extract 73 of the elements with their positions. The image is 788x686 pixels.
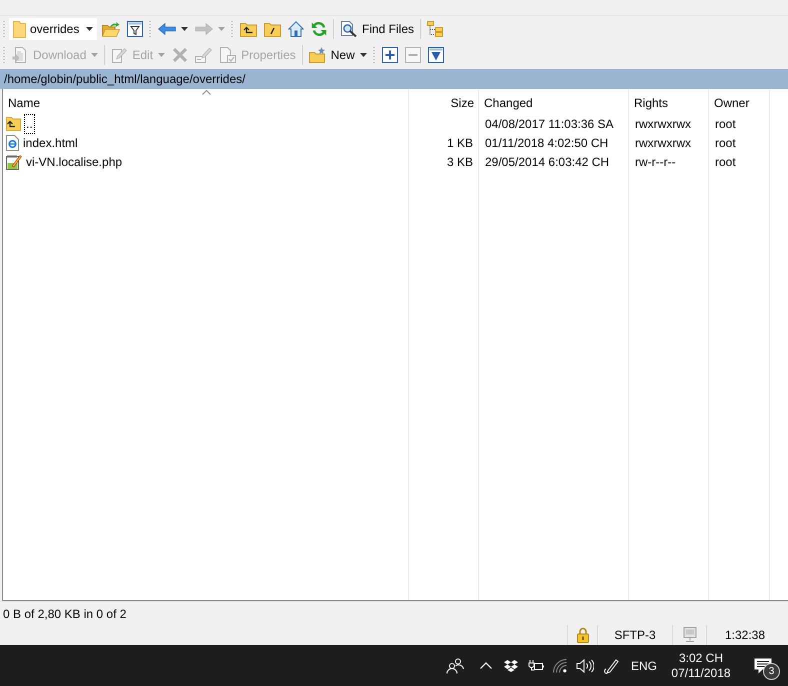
plus-box-icon	[382, 47, 398, 63]
folder-star-icon	[308, 47, 326, 63]
caret-icon	[218, 27, 225, 31]
permissions: rwxrwxrwx	[635, 116, 691, 132]
selection-summary: 0 B of 2,80 KB in 0 of 2	[3, 606, 126, 622]
file-size: 1 KB	[446, 134, 473, 152]
column-header[interactable]: Owner	[709, 89, 770, 114]
modified-time: 29/05/2014 6:03:42 CH	[485, 154, 610, 170]
folder-up-arrow-icon	[6, 116, 21, 130]
clock-date[interactable]: 07/11/2018	[671, 666, 731, 680]
caret-icon	[86, 27, 93, 31]
file-row[interactable]: vi-VN.localise.php 3 KB 29/05/2014 6:03:42 CH rw-r--r-- root	[3, 152, 788, 171]
funnel-icon	[428, 47, 444, 63]
column-header[interactable]: Name	[3, 89, 409, 114]
column-header[interactable]: Rights	[629, 89, 709, 114]
file-name: vi-VN.localise.php	[26, 154, 122, 170]
file-name: index.html	[23, 134, 78, 152]
location-combo[interactable]: overrides	[9, 18, 97, 40]
find-files-button[interactable]: Find Files	[337, 18, 418, 40]
caret-icon	[158, 53, 166, 57]
wifi-icon[interactable]	[553, 658, 567, 672]
clock-time[interactable]: 3:02 CH	[678, 650, 724, 666]
protocol-label: SFTP-3	[614, 627, 656, 644]
filter-button[interactable]	[124, 18, 146, 40]
refresh-icon	[311, 21, 327, 37]
web-page-icon	[6, 134, 19, 150]
elapsed-time: 1:32:38	[724, 627, 766, 644]
caret-icon	[181, 27, 188, 31]
new-button[interactable]: New	[306, 44, 370, 66]
notification-badge: 3	[763, 662, 780, 680]
file-owner: root	[715, 134, 736, 152]
notepad-pencil-icon	[6, 154, 22, 170]
back-arrow-icon	[158, 23, 176, 35]
diamonds-icon[interactable]	[504, 660, 518, 672]
modified-time: 01/11/2018 4:02:50 CH	[485, 134, 608, 152]
forward-arrow-icon	[195, 23, 213, 35]
minus-box-icon	[404, 47, 421, 63]
document-arrow-icon	[12, 47, 28, 63]
caret-icon	[360, 53, 367, 57]
current-path: /home/globin/public_html/language/overrides/	[4, 71, 246, 88]
document-check-icon	[219, 47, 236, 63]
battery-plug-icon[interactable]	[528, 660, 544, 672]
funnel-icon	[127, 21, 143, 37]
file-owner: root	[715, 154, 736, 170]
column-header[interactable]: Changed	[479, 89, 629, 114]
folder-arrow-icon	[102, 21, 120, 37]
column-header[interactable]: Size	[409, 89, 479, 114]
cross-icon	[172, 47, 188, 63]
folder-slash-icon	[264, 22, 281, 36]
pencil-field-icon	[195, 47, 212, 63]
caret-icon	[91, 53, 98, 57]
permissions: rwxrwxrwx	[635, 134, 691, 152]
file-size: 3 KB	[446, 154, 473, 170]
grip-icon[interactable]	[372, 46, 375, 64]
document-magnifier-icon	[340, 21, 357, 37]
file-row[interactable]: .. 04/08/2017 11:03:36 SA rwxrwxrwx root	[3, 114, 788, 133]
pen-icon[interactable]	[603, 658, 619, 674]
folder-icon	[13, 20, 26, 38]
computer-icon	[682, 627, 696, 643]
permissions: rw-r--r--	[635, 154, 676, 170]
speaker-icon[interactable]	[576, 658, 594, 672]
chevron-up-icon[interactable]	[480, 662, 492, 669]
modified-time: 04/08/2017 11:03:36 SA	[485, 116, 614, 132]
file-owner: root	[715, 116, 736, 132]
padlock-icon	[576, 627, 588, 643]
document-pencil-icon	[111, 47, 128, 63]
file-row[interactable]: index.html 1 KB 01/11/2018 4:02:50 CH rwxrwxrwx root	[3, 133, 788, 152]
people-icon[interactable]	[446, 658, 464, 674]
home-icon	[288, 21, 304, 37]
folder-tree-icon	[427, 21, 444, 37]
language-indicator[interactable]: ENG	[630, 656, 657, 674]
folder-up-arrow-icon	[240, 22, 257, 36]
file-name: ..	[25, 114, 34, 132]
